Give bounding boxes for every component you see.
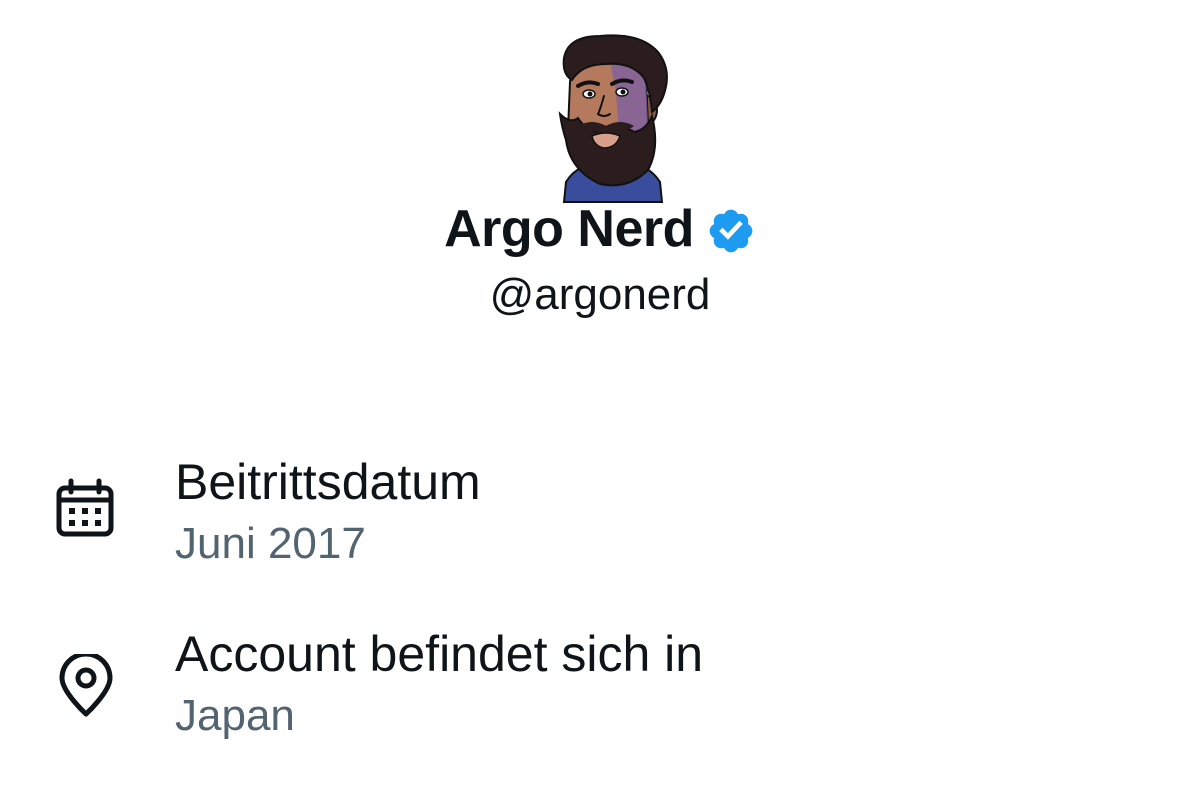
calendar-icon [56,478,114,537]
account-location-value: Japan [175,691,295,740]
profile-handle: @argonerd [489,270,711,319]
profile-avatar[interactable] [548,32,676,204]
location-pin-icon [59,654,113,717]
joined-date-value: Juni 2017 [175,519,366,568]
verified-badge-icon[interactable] [706,206,756,256]
display-name: Argo Nerd [444,200,694,258]
account-location-row: Account befindet sich in Japan [0,624,1200,744]
bearded-man-avatar-image [558,34,668,203]
joined-date-row: Beitrittsdatum Juni 2017 [0,452,1200,572]
profile-name-row: Argo Nerd [0,200,1200,260]
account-location-label: Account befindet sich in [175,626,704,682]
joined-date-label: Beitrittsdatum [175,454,481,510]
